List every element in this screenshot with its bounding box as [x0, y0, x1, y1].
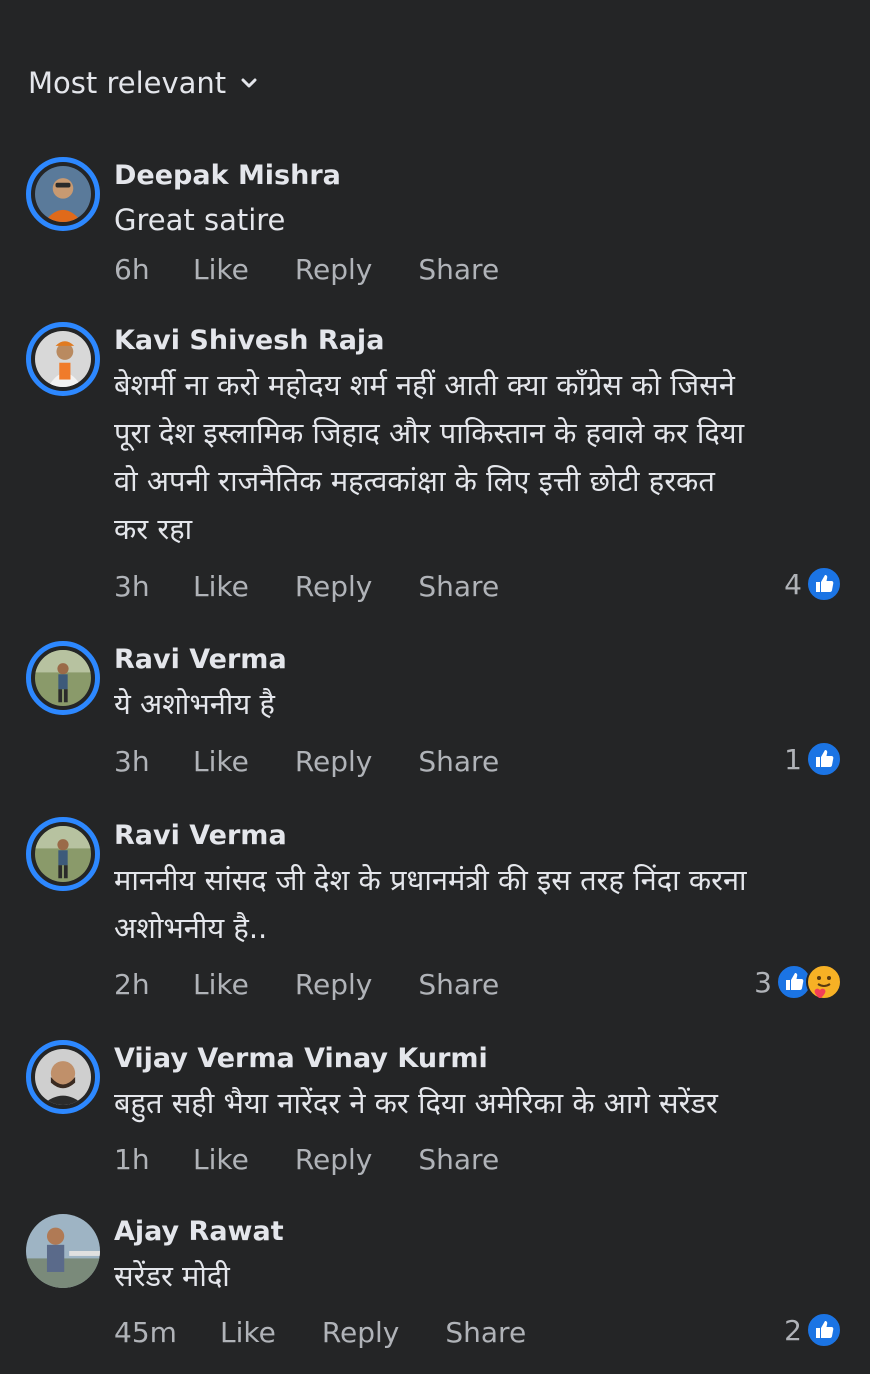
reply-button[interactable]: Reply — [295, 570, 373, 603]
reply-button[interactable]: Reply — [322, 1316, 400, 1349]
care-reaction-icon — [806, 964, 842, 1000]
like-button[interactable]: Like — [193, 570, 249, 603]
comment-text: माननीय सांसद जी देश के प्रधानमंत्री की इ… — [114, 863, 747, 945]
commenter-name[interactable]: Deepak Mishra — [114, 157, 842, 195]
like-button[interactable]: Like — [220, 1316, 276, 1349]
commenter-name[interactable]: Ajay Rawat — [114, 1213, 842, 1251]
like-button[interactable]: Like — [193, 745, 249, 778]
reaction-count: 3 — [754, 965, 772, 999]
avatar[interactable] — [26, 641, 100, 715]
commenter-name[interactable]: Kavi Shivesh Raja — [114, 322, 842, 360]
comment-time[interactable]: 6h — [114, 253, 193, 286]
avatar[interactable] — [26, 322, 100, 396]
reply-button[interactable]: Reply — [295, 745, 373, 778]
like-reaction-icon — [806, 1312, 842, 1348]
like-button[interactable]: Like — [193, 1143, 249, 1176]
chevron-down-icon — [241, 78, 257, 88]
sort-label: Most relevant — [28, 66, 227, 100]
comment-time[interactable]: 3h — [114, 570, 193, 603]
comment-time[interactable]: 45m — [114, 1316, 220, 1349]
comment-time[interactable]: 2h — [114, 968, 193, 1001]
reaction-count: 2 — [784, 1313, 802, 1347]
sort-dropdown[interactable]: Most relevant — [28, 66, 258, 100]
avatar[interactable] — [26, 1040, 100, 1114]
comment-text: बहुत सही भैया नारेंदर ने कर दिया अमेरिका… — [114, 1086, 718, 1120]
share-button[interactable]: Share — [445, 1316, 526, 1349]
like-reaction-icon — [806, 741, 842, 777]
like-button[interactable]: Like — [193, 968, 249, 1001]
share-button[interactable]: Share — [418, 968, 499, 1001]
share-button[interactable]: Share — [418, 745, 499, 778]
reaction-count: 4 — [784, 567, 802, 601]
comment-time[interactable]: 1h — [114, 1143, 193, 1176]
reaction-count: 1 — [784, 742, 802, 776]
commenter-name[interactable]: Ravi Verma — [114, 641, 842, 679]
reply-button[interactable]: Reply — [295, 968, 373, 1001]
like-button[interactable]: Like — [193, 253, 249, 286]
reaction-summary[interactable]: 2 — [784, 1312, 842, 1348]
avatar[interactable] — [26, 817, 100, 891]
reply-button[interactable]: Reply — [295, 1143, 373, 1176]
share-button[interactable]: Share — [418, 253, 499, 286]
reaction-summary[interactable]: 1 — [784, 741, 842, 777]
avatar[interactable] — [26, 1214, 100, 1288]
share-button[interactable]: Share — [418, 1143, 499, 1176]
avatar[interactable] — [26, 157, 100, 231]
comments-page: Most relevant Deepak Mishra Great satire… — [0, 0, 870, 1374]
comment-time[interactable]: 3h — [114, 745, 193, 778]
like-reaction-icon — [806, 566, 842, 602]
reply-button[interactable]: Reply — [295, 253, 373, 286]
commenter-name[interactable]: Vijay Verma Vinay Kurmi — [114, 1040, 842, 1078]
reaction-summary[interactable]: 3 — [754, 964, 842, 1000]
comment-text: ये अशोभनीय है — [114, 687, 275, 721]
comment-text: बेशर्मी ना करो महोदय शर्म नहीं आती क्या … — [114, 368, 745, 546]
comment-text: Great satire — [114, 203, 286, 237]
commenter-name[interactable]: Ravi Verma — [114, 817, 842, 855]
comment-text: सरेंडर मोदी — [114, 1259, 230, 1293]
reaction-summary[interactable]: 4 — [784, 566, 842, 602]
share-button[interactable]: Share — [418, 570, 499, 603]
